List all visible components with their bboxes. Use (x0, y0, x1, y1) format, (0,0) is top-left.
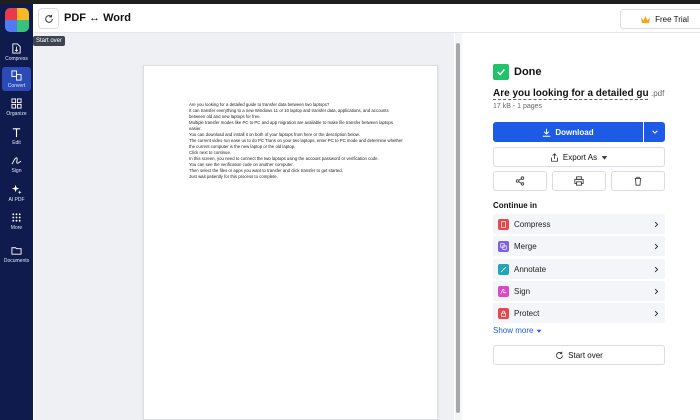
sidebar-item-documents[interactable]: Documents (2, 242, 31, 266)
continue-protect[interactable]: Protect (493, 303, 665, 323)
caret-down-icon (537, 329, 542, 333)
share-button[interactable] (493, 171, 547, 191)
free-trial-label: Free Trial (655, 14, 689, 24)
trash-icon (634, 176, 642, 186)
preview-scrollbar[interactable] (455, 33, 462, 420)
sidebar-item-label: Documents (3, 258, 30, 264)
edit-text-icon (11, 126, 23, 138)
chevron-right-icon (651, 219, 661, 229)
header: PDF ↔ Word Free Trial (34, 4, 700, 33)
folder-icon (11, 244, 23, 256)
status-row: Done (493, 64, 542, 80)
chevron-right-icon (651, 241, 661, 251)
start-over-tooltip: Start over (33, 36, 66, 46)
export-icon (550, 152, 558, 162)
pdf-line: The current video run ease us to do PC T… (189, 138, 403, 149)
sidebar: Compress Convert Organize Edit Sign AI P… (0, 4, 33, 420)
continue-compress[interactable]: Compress (493, 214, 665, 234)
continue-merge[interactable]: Merge (493, 236, 665, 256)
sidebar-item-label: More (10, 225, 23, 231)
show-more-link[interactable]: Show more (493, 326, 542, 335)
show-more-label: Show more (493, 326, 534, 335)
crown-icon (641, 15, 651, 23)
page-title: PDF ↔ Word (64, 12, 132, 24)
export-as-button[interactable]: Export As (493, 147, 665, 167)
start-over-label: Start over (568, 350, 603, 360)
start-over-icon-button[interactable] (38, 8, 59, 29)
refresh-icon (44, 14, 53, 23)
sidebar-item-label: Sign (11, 168, 22, 174)
pdf-line: Just wait patiently for this process to … (189, 174, 278, 179)
continue-in-heading: Continue in (493, 201, 537, 210)
status-text: Done (514, 66, 542, 78)
sidebar-item-more[interactable]: More (2, 209, 31, 233)
pdf-page-text: Are you looking for a detailed guide to … (189, 102, 404, 180)
sidebar-item-organize[interactable]: Organize (2, 95, 31, 119)
refresh-icon (556, 351, 564, 359)
file-meta: 17 kB - 1 pages (493, 103, 543, 110)
sidebar-item-label: Edit (12, 140, 21, 146)
caret-down-icon (601, 155, 608, 160)
sidebar-item-sign[interactable]: Sign (2, 152, 31, 176)
chevron-right-icon (651, 286, 661, 296)
preview-scroll-thumb[interactable] (456, 43, 460, 413)
document-preview: Are you looking for a detailed guide to … (34, 33, 454, 420)
sidebar-item-convert[interactable]: Convert (2, 67, 31, 91)
merge-tool-icon (498, 240, 509, 252)
sidebar-item-edit[interactable]: Edit (2, 124, 31, 148)
download-button[interactable]: Download (493, 122, 643, 142)
check-icon (493, 64, 509, 80)
pdf-line: Multiple transfer modes like PC to PC an… (189, 120, 393, 131)
sidebar-item-label: Compress (5, 56, 28, 62)
sidebar-item-label: Organize (6, 111, 27, 117)
tool-label: Annotate (514, 264, 547, 274)
download-label: Download (555, 127, 594, 137)
sidebar-item-label: Convert (7, 83, 26, 89)
annotate-tool-icon (498, 263, 509, 275)
sign-tool-icon (498, 285, 509, 297)
sidebar-item-compress[interactable]: Compress (2, 40, 31, 64)
result-panel: Done Are you looking for a detailed guid… (462, 33, 700, 420)
convert-icon (11, 69, 23, 81)
print-icon (574, 176, 584, 186)
continue-sign[interactable]: Sign (493, 281, 665, 301)
continue-annotate[interactable]: Annotate (493, 259, 665, 279)
chevron-right-icon (651, 308, 661, 318)
delete-button[interactable] (611, 171, 665, 191)
tool-label: Merge (514, 241, 537, 251)
pdf-page: Are you looking for a detailed guide to … (143, 65, 438, 420)
share-icon (515, 176, 525, 186)
download-options-button[interactable] (644, 122, 665, 142)
sidebar-item-label: AI PDF (8, 197, 25, 203)
sidebar-item-ai-pdf[interactable]: AI PDF (2, 181, 31, 205)
file-extension: .pdf (651, 89, 665, 98)
tool-label: Protect (514, 308, 540, 318)
chevron-down-icon (651, 130, 658, 134)
free-trial-button[interactable]: Free Trial (620, 9, 700, 29)
compress-icon (11, 42, 23, 54)
organize-icon (11, 97, 23, 109)
sign-icon (11, 154, 23, 166)
export-as-label: Export As (562, 152, 598, 162)
print-button[interactable] (552, 171, 606, 191)
sparkle-icon (11, 183, 23, 195)
tool-label: Sign (514, 286, 531, 296)
chevron-right-icon (651, 264, 661, 274)
tool-label: Compress (514, 219, 551, 229)
grid-icon (11, 211, 23, 223)
filename-field[interactable]: Are you looking for a detailed guide ... (493, 88, 648, 100)
compress-tool-icon (498, 218, 509, 230)
pdf-line: It can transfer everything to a new Wind… (189, 108, 389, 119)
protect-tool-icon (498, 307, 509, 319)
start-over-button[interactable]: Start over (493, 345, 665, 365)
app-logo[interactable] (5, 8, 29, 32)
filename-row: Are you looking for a detailed guide ...… (493, 88, 665, 100)
download-icon (543, 128, 551, 137)
